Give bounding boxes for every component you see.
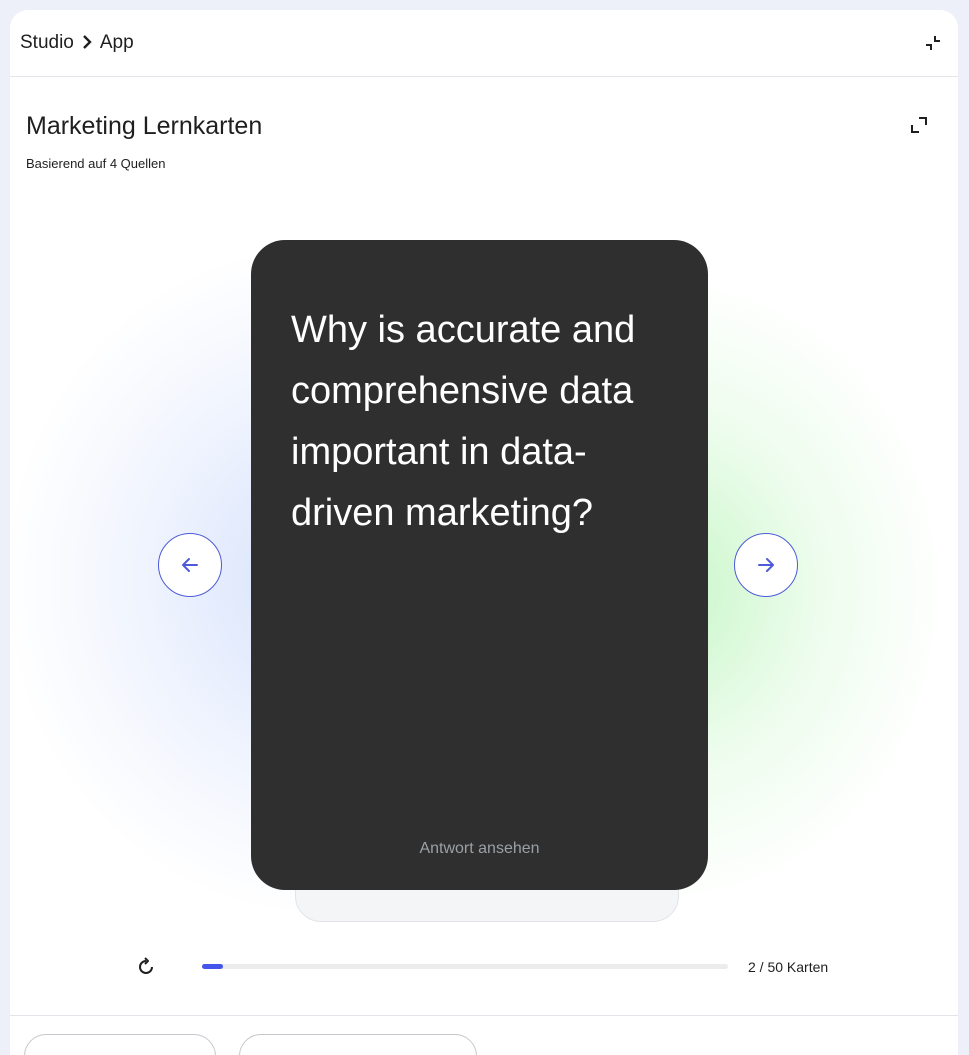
progress-bar xyxy=(202,964,728,969)
progress-fill xyxy=(202,964,224,969)
restart-icon[interactable] xyxy=(136,957,156,977)
breadcrumb-studio[interactable]: Studio xyxy=(20,32,74,54)
panel-header: Studio App xyxy=(10,10,958,77)
breadcrumb-app: App xyxy=(99,32,134,53)
arrow-right-icon xyxy=(758,558,774,572)
footer-divider xyxy=(10,1015,958,1016)
flashcard-question: Why is accurate and comprehensive data i… xyxy=(291,309,636,534)
breadcrumb: Studio App xyxy=(20,32,134,54)
fullscreen-icon[interactable] xyxy=(908,114,930,136)
next-card-button[interactable] xyxy=(734,533,798,597)
studio-panel: Studio App Marketing Lernkarten Basieren… xyxy=(10,10,958,1055)
sources-subtitle: Basierend auf 4 Quellen xyxy=(26,156,166,171)
card-counter: 2 / 50 Karten xyxy=(748,959,829,975)
breadcrumb-separator-icon xyxy=(82,33,92,54)
flashcard[interactable]: Why is accurate and comprehensive data i… xyxy=(251,240,708,890)
flashcards-title: Marketing Lernkarten xyxy=(26,112,263,140)
collapse-icon[interactable] xyxy=(922,32,944,54)
arrow-left-icon xyxy=(182,558,198,572)
reveal-answer-button[interactable]: Antwort ansehen xyxy=(251,840,708,858)
previous-card-button[interactable] xyxy=(158,533,222,597)
